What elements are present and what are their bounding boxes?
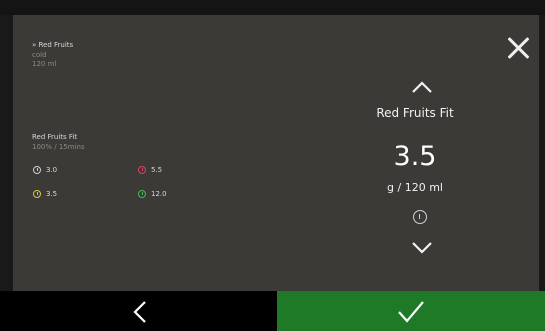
dose-icon-white bbox=[33, 166, 41, 174]
dose-value-4: 12.0 bbox=[151, 190, 167, 198]
dose-value: 3.5 bbox=[393, 141, 437, 172]
dose-icon-red bbox=[138, 166, 146, 174]
dose-icon-green bbox=[138, 190, 146, 198]
top-bezel bbox=[0, 0, 545, 15]
recipe-title: » Red Fruits bbox=[32, 41, 74, 49]
chevron-up-icon bbox=[412, 81, 432, 93]
recipe-temperature: cold bbox=[32, 51, 47, 59]
product-name: Red Fruits Fit bbox=[376, 106, 454, 120]
recipe-volume: 120 ml bbox=[32, 60, 57, 68]
confirm-button[interactable] bbox=[277, 291, 545, 331]
close-icon[interactable] bbox=[503, 33, 533, 63]
back-button[interactable] bbox=[0, 291, 277, 331]
dose-icon-yellow bbox=[33, 190, 41, 198]
dose-unit: g / 120 ml bbox=[387, 181, 443, 194]
checkmark-icon bbox=[398, 301, 424, 323]
ingredient-name: Red Fruits Fit bbox=[32, 133, 78, 141]
chevron-down-icon bbox=[412, 242, 432, 254]
dose-value-1: 3.0 bbox=[46, 166, 58, 174]
dose-value-2: 5.5 bbox=[151, 166, 163, 174]
info-icon[interactable] bbox=[413, 210, 427, 224]
dose-value-3: 3.5 bbox=[46, 190, 58, 198]
decrease-button[interactable] bbox=[411, 240, 433, 262]
chevron-left-icon bbox=[133, 301, 146, 323]
increase-button[interactable] bbox=[411, 80, 433, 102]
ingredient-detail: 100% / 15mins bbox=[32, 143, 85, 151]
